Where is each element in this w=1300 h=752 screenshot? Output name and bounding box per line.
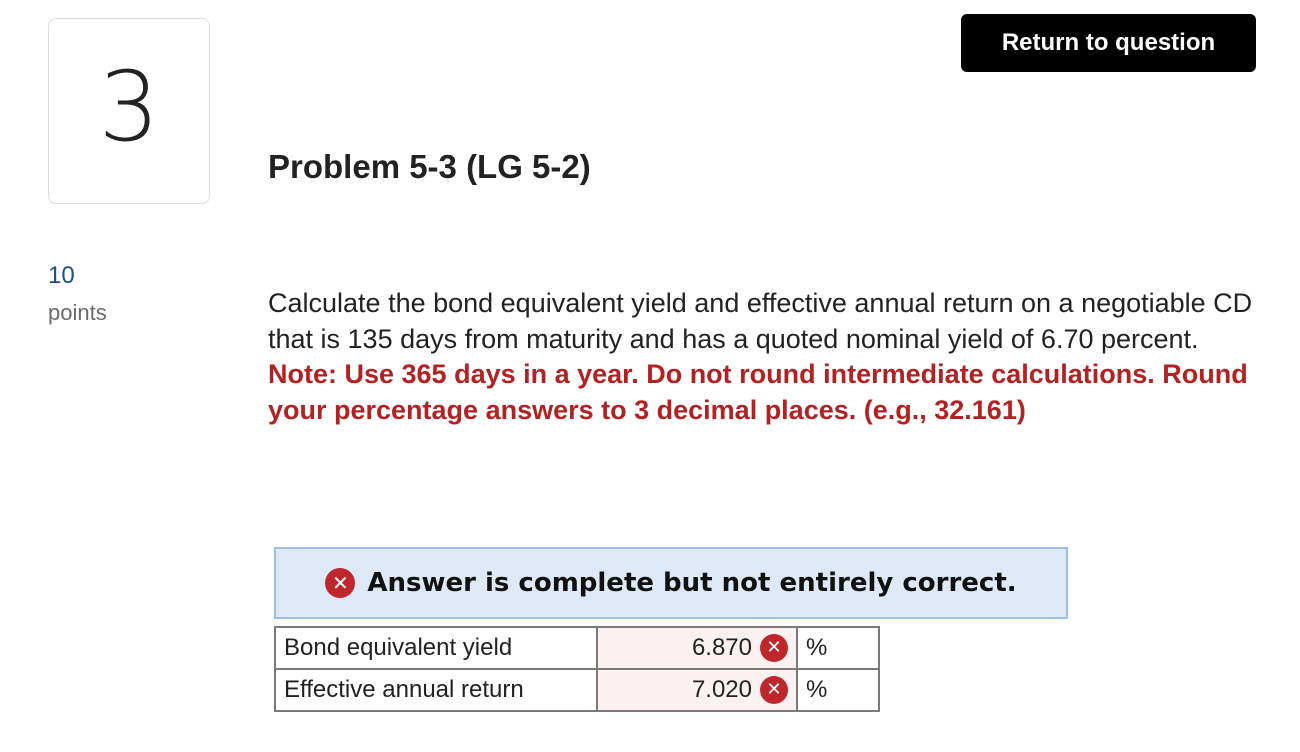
answer-value-cell: 7.020 ✕ bbox=[596, 668, 798, 712]
answer-value: 6.870 bbox=[691, 634, 752, 661]
question-number-card: 3 bbox=[48, 18, 210, 204]
problem-title: Problem 5-3 (LG 5-2) bbox=[268, 148, 591, 185]
answer-row: Bond equivalent yield 6.870 ✕ % bbox=[274, 626, 880, 670]
incorrect-x-icon: ✕ bbox=[760, 634, 788, 662]
x-circle-icon: ✕ bbox=[325, 568, 356, 598]
answer-unit: % bbox=[796, 668, 880, 712]
points-label: points bbox=[48, 300, 107, 325]
answer-value: 7.020 bbox=[691, 676, 752, 703]
question-page: 3 10 points Return to question Problem 5… bbox=[0, 0, 1300, 752]
answer-row: Effective annual return 7.020 ✕ % bbox=[274, 668, 880, 712]
answer-label: Bond equivalent yield bbox=[274, 626, 598, 670]
question-text: Calculate the bond equivalent yield and … bbox=[268, 286, 1278, 428]
feedback-banner: ✕ Answer is complete but not entirely co… bbox=[274, 547, 1068, 619]
incorrect-x-icon: ✕ bbox=[760, 676, 788, 704]
answer-table: Bond equivalent yield 6.870 ✕ % Effectiv… bbox=[274, 626, 880, 712]
question-body-text: Calculate the bond equivalent yield and … bbox=[268, 288, 1253, 354]
feedback-message: Answer is complete but not entirely corr… bbox=[367, 568, 1017, 598]
question-number: 3 bbox=[98, 51, 160, 163]
return-to-question-button[interactable]: Return to question bbox=[961, 14, 1256, 72]
question-note: Note: Use 365 days in a year. Do not rou… bbox=[268, 359, 1248, 425]
answer-value-cell: 6.870 ✕ bbox=[596, 626, 798, 670]
answer-label: Effective annual return bbox=[274, 668, 598, 712]
points-value: 10 bbox=[48, 262, 75, 289]
answer-unit: % bbox=[796, 626, 880, 670]
